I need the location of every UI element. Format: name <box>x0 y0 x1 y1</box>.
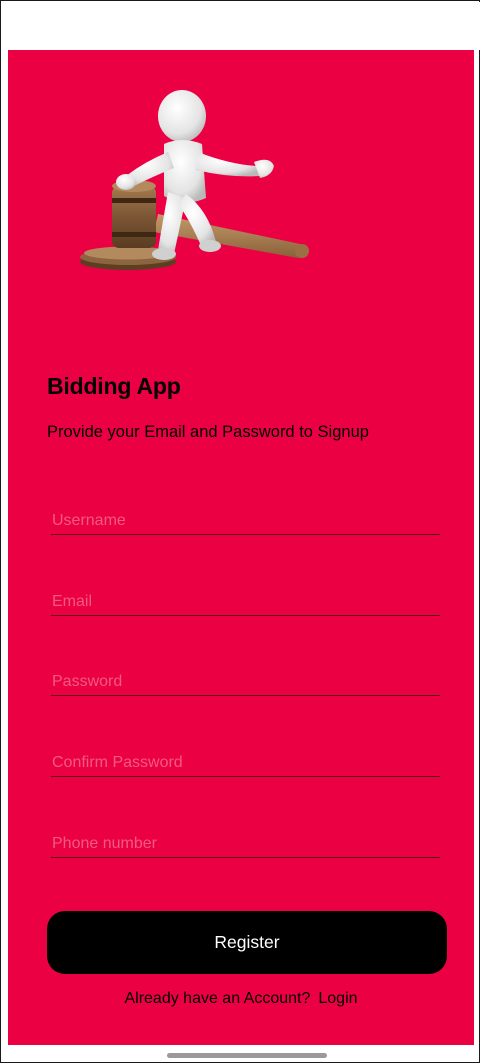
username-field[interactable] <box>51 497 441 535</box>
signup-screen: Bidding App Provide your Email and Passw… <box>8 50 474 1045</box>
register-button[interactable]: Register <box>47 911 447 974</box>
signup-instructions: Provide your Email and Password to Signu… <box>47 423 369 441</box>
phone-number-input[interactable] <box>52 835 441 853</box>
app-title: Bidding App <box>47 373 181 399</box>
login-prompt-text: Already have an Account? <box>124 990 311 1007</box>
home-indicator[interactable] <box>167 1053 327 1058</box>
email-field[interactable] <box>51 578 441 616</box>
email-input[interactable] <box>52 593 441 611</box>
password-field[interactable] <box>51 658 441 696</box>
login-prompt-row: Already have an Account? Login <box>8 990 474 1008</box>
status-bar <box>2 2 480 50</box>
password-input[interactable] <box>52 673 441 691</box>
auction-gavel-figure-icon <box>80 90 309 270</box>
confirm-password-field[interactable] <box>51 739 441 777</box>
phone-frame: Bidding App Provide your Email and Passw… <box>0 0 480 1063</box>
login-link[interactable]: Login <box>318 990 357 1007</box>
confirm-password-input[interactable] <box>52 754 441 772</box>
username-input[interactable] <box>52 512 441 530</box>
phone-number-field[interactable] <box>51 820 441 858</box>
